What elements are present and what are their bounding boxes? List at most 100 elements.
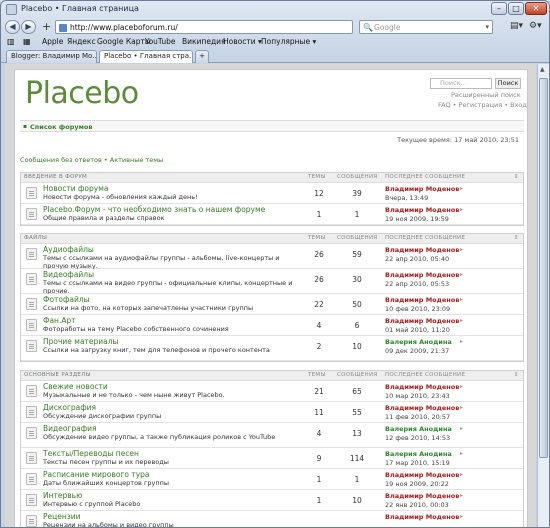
go-to-last-post-icon[interactable]: ▸	[460, 471, 463, 478]
forum-search-input[interactable]: Поиск...	[430, 78, 492, 89]
category-name: ОСНОВНЫЕ РАЗДЕЛЫ	[24, 372, 91, 378]
scrollbar-thumb[interactable]	[539, 78, 548, 458]
forum-title-link[interactable]: Видеография	[43, 424, 97, 433]
category-header: ОСНОВНЫЕ РАЗДЕЛЫ ТЕМЫ СООБЩЕНИЯ ПОСЛЕДНЕЕ С…	[21, 371, 523, 381]
forum-title-link[interactable]: Новости форума	[43, 184, 108, 193]
last-post-author[interactable]: Владимир Моденов	[385, 492, 459, 500]
forum-category: ФАЙЛЫ ТЕМЫ СООБЩЕНИЯ ПОСЛЕДНЕЕ СООБЩЕНИЕ ⇕ Ау…	[20, 233, 524, 362]
topic-count: 4	[316, 321, 322, 330]
grid-icon[interactable]: ▦	[23, 37, 31, 46]
last-post-author[interactable]: Владимир Моденов	[385, 246, 459, 254]
tab-blogger[interactable]: Blogger: Владимир Мо...	[6, 50, 97, 63]
minimize-button[interactable]: –	[491, 2, 507, 15]
forum-search-button[interactable]: Поиск	[495, 78, 521, 89]
bookmark-youtube[interactable]: YouTube	[145, 37, 176, 46]
last-post-author[interactable]: Валерия Анодина	[385, 338, 452, 346]
bookmark-wikipedia[interactable]: Википедия	[182, 37, 226, 46]
collapse-icon[interactable]: ⇕	[514, 174, 519, 180]
search-input[interactable]: 🔍 Google ▾	[359, 20, 493, 34]
bookmark-yandex[interactable]: Яндекс	[67, 37, 96, 46]
last-post-author[interactable]: Владимир Моденов	[385, 513, 459, 521]
forum-title-link[interactable]: Рецензии	[43, 512, 81, 521]
forum-description: Фотоработы на тему Placebo собственного …	[43, 325, 229, 333]
forum-icon	[26, 187, 37, 199]
site-logo[interactable]: Placebo	[25, 76, 139, 111]
forum-row: Свежие новости Музыкальные и не только - …	[21, 381, 523, 402]
post-count: 10	[352, 496, 362, 505]
last-post-author[interactable]: Владимир Моденов	[385, 471, 459, 479]
last-post-author[interactable]: Валерия Анодина	[385, 450, 452, 458]
forum-title-link[interactable]: Placebo.Форум - что необходимо знать о н…	[43, 205, 265, 214]
forum-title-link[interactable]: Аудиофайлы	[43, 245, 94, 254]
last-post-date: 22 янв 2010, 00:03	[385, 501, 449, 509]
tab-bar: Blogger: Владимир Мо... Placebo • Главна…	[1, 49, 549, 63]
maximize-button[interactable]: □	[508, 2, 524, 15]
last-post-author[interactable]: Владимир Моденов	[385, 383, 459, 391]
forum-title-link[interactable]: Свежие новости	[43, 382, 108, 391]
go-to-last-post-icon[interactable]: ▸	[460, 185, 463, 192]
go-to-last-post-icon[interactable]: ▸	[460, 492, 463, 499]
forum-description: Ссылки на фото, на которых запечатлены у…	[43, 304, 254, 312]
close-button[interactable]: ✕	[525, 2, 547, 15]
tab-placebo[interactable]: Placebo • Главная стра...	[99, 50, 193, 63]
page-icon[interactable]: ▤▾	[510, 21, 523, 31]
collapse-icon[interactable]: ⇕	[514, 372, 519, 378]
go-to-last-post-icon[interactable]: ▸	[460, 206, 463, 213]
go-to-last-post-icon[interactable]: ▸	[460, 246, 463, 253]
forum-title-link[interactable]: Интервью	[43, 491, 82, 500]
go-to-last-post-icon[interactable]: ▸	[460, 450, 463, 457]
forum-description: Новости форума - обновления каждый день!	[43, 193, 198, 201]
forum-title-link[interactable]: Фотофайлы	[43, 295, 90, 304]
scroll-up-icon[interactable]: ▲	[540, 66, 545, 73]
last-post-author[interactable]: Владимир Моденов	[385, 296, 459, 304]
top-links[interactable]: FAQ • Регистрация • Вход	[438, 101, 527, 109]
last-post-author[interactable]: Владимир Моденов	[385, 404, 459, 412]
go-to-last-post-icon[interactable]: ▸	[460, 296, 463, 303]
forum-title-link[interactable]: Тексты/Переводы песен	[43, 449, 139, 458]
collapse-icon[interactable]: ⇕	[514, 235, 519, 241]
forum-title-link[interactable]: Фан.Арт	[43, 316, 76, 325]
bookmark-apple[interactable]: Apple	[42, 37, 63, 46]
bookmark-popular[interactable]: Популярные ▾	[261, 37, 316, 46]
forum-row: Видеография Обсуждение видео группы, а та…	[21, 423, 523, 448]
url-text: http://www.placeboforum.ru/	[70, 23, 178, 32]
forum-title-link[interactable]: Расписание мирового тура	[43, 470, 149, 479]
address-bar[interactable]: http://www.placeboforum.ru/ ◉	[55, 20, 403, 34]
forward-button[interactable]: ▶	[21, 20, 36, 34]
category-name: ФАЙЛЫ	[24, 235, 48, 241]
last-post-date: 19 ноя 2009, 19:59	[385, 215, 449, 223]
last-post-date: 22 апр 2010, 05:40	[385, 255, 450, 263]
forum-row: Новости форума Новости форума - обновлени…	[21, 183, 523, 204]
last-post-date: 19 ноя 2009, 20:22	[385, 480, 449, 488]
quick-links[interactable]: Сообщения без ответов • Активные темы	[20, 156, 163, 164]
go-to-last-post-icon[interactable]: ▸	[460, 338, 463, 345]
advanced-search-link[interactable]: Расширенный поиск	[451, 91, 521, 99]
bookmark-google-maps[interactable]: Google Карты	[97, 37, 151, 46]
last-post-author[interactable]: Владимир Моденов	[385, 206, 459, 214]
add-bookmark-icon[interactable]: +	[42, 21, 51, 32]
go-to-last-post-icon[interactable]: ▸	[460, 317, 463, 324]
new-tab-button[interactable]: +	[195, 50, 209, 63]
forum-title-link[interactable]: Прочие материалы	[43, 337, 118, 346]
last-post-author[interactable]: Владимир Моденов	[385, 185, 459, 193]
back-button[interactable]: ◀	[5, 20, 20, 34]
go-to-last-post-icon[interactable]: ▸	[460, 271, 463, 278]
gear-icon[interactable]: ⚙▾	[529, 21, 542, 31]
last-post-author[interactable]: Владимир Моденов	[385, 271, 459, 279]
forum-list-link[interactable]: Список форумов	[30, 123, 93, 131]
forum-title-link[interactable]: Дискография	[43, 403, 96, 412]
window-title: Placebo • Главная страница	[21, 4, 139, 13]
bookmark-news[interactable]: Новости ▾	[223, 37, 262, 46]
go-to-last-post-icon[interactable]: ▸	[460, 513, 463, 520]
book-icon[interactable]: ▥	[7, 37, 15, 46]
forum-description: Темы с ссылками на видео группы - официа…	[43, 279, 293, 295]
go-to-last-post-icon[interactable]: ▸	[460, 404, 463, 411]
topic-count: 12	[314, 189, 324, 198]
last-post-author[interactable]: Владимир Моденов	[385, 317, 459, 325]
go-to-last-post-icon[interactable]: ▸	[460, 425, 463, 432]
go-to-last-post-icon[interactable]: ▸	[460, 383, 463, 390]
last-post-author[interactable]: Валерия Анодина	[385, 425, 452, 433]
last-post-date: 12 фев 2010, 14:53	[385, 434, 451, 442]
forum-title-link[interactable]: Видеофайлы	[43, 270, 94, 279]
vertical-scrollbar[interactable]: ▲	[537, 64, 549, 527]
